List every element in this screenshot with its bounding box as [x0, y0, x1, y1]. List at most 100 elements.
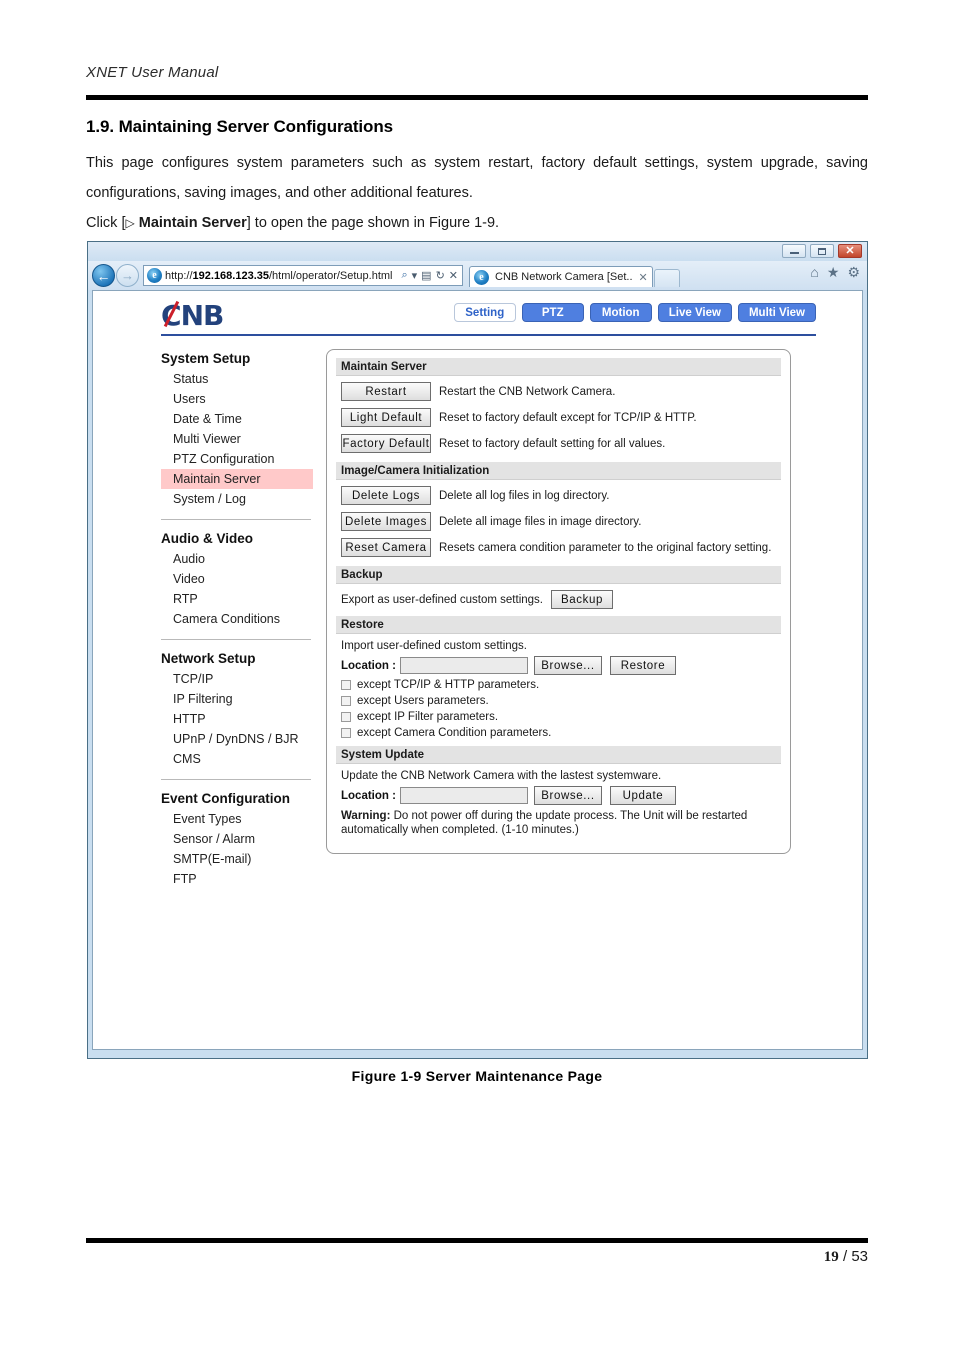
forward-button[interactable]: → [116, 264, 139, 287]
backup-description: Export as user-defined custom settings. [341, 593, 543, 606]
home-icon[interactable]: ⌂ [810, 265, 818, 279]
page-number: 19 / 53 [824, 1248, 868, 1266]
system-update-description: Update the CNB Network Camera with the l… [341, 770, 662, 782]
refresh-icon[interactable]: ↻ [436, 269, 445, 282]
restart-button[interactable]: Restart [341, 382, 431, 401]
page-number-total: 53 [851, 1248, 868, 1265]
section-body-backup: Export as user-defined custom settings. … [336, 584, 781, 616]
restore-location-input[interactable] [399, 657, 528, 674]
tab-live-view[interactable]: Live View [657, 303, 732, 322]
checkbox-row-users[interactable]: except Users parameters. [341, 695, 776, 707]
sidebar-item-rtp[interactable]: RTP [161, 589, 313, 609]
update-warning-text: Do not power off during the update proce… [341, 810, 748, 836]
cnb-logo: CNB [161, 299, 224, 332]
sidebar-item-cms[interactable]: CMS [161, 749, 313, 769]
address-bar[interactable]: e http://192.168.123.35/html/operator/Se… [143, 265, 463, 286]
sidebar-item-video[interactable]: Video [161, 569, 313, 589]
checkbox-except-camera-condition[interactable] [341, 728, 351, 738]
row-delete-logs: Delete Logs Delete all log files in log … [341, 486, 776, 505]
tab-favicon-icon: e [474, 269, 489, 285]
section-body-maintain-server: Restart Restart the CNB Network Camera. … [336, 376, 781, 462]
checkbox-except-ip-filter[interactable] [341, 712, 351, 722]
web-page-content: CNB Setting PTZ Motion Live View Multi V… [92, 290, 863, 1050]
sidebar-item-ftp[interactable]: FTP [161, 869, 313, 889]
reset-camera-description: Resets camera condition parameter to the… [439, 541, 772, 554]
checkbox-row-ip-filter[interactable]: except IP Filter parameters. [341, 711, 776, 723]
checkbox-label-except-camera-condition: except Camera Condition parameters. [357, 727, 552, 739]
row-reset-camera: Reset Camera Resets camera condition par… [341, 538, 776, 557]
gear-icon[interactable]: ⚙ [847, 265, 860, 279]
row-light-default: Light Default Reset to factory default e… [341, 408, 776, 427]
update-button[interactable]: Update [609, 786, 676, 805]
document-running-header: XNET User Manual [86, 64, 868, 81]
sidebar-item-audio[interactable]: Audio [161, 549, 313, 569]
checkbox-row-camera-condition[interactable]: except Camera Condition parameters. [341, 727, 776, 739]
minimize-button[interactable] [782, 244, 806, 258]
sidebar-item-tcp-ip[interactable]: TCP/IP [161, 669, 313, 689]
sidebar-item-http[interactable]: HTTP [161, 709, 313, 729]
sidebar-item-event-types[interactable]: Event Types [161, 809, 313, 829]
restore-description: Import user-defined custom settings. [341, 640, 527, 652]
backup-button[interactable]: Backup [551, 590, 613, 609]
new-tab-button[interactable] [653, 269, 680, 287]
sidebar-item-smtp-email[interactable]: SMTP(E-mail) [161, 849, 313, 869]
logo-letter-n: N [180, 299, 204, 332]
reset-camera-button[interactable]: Reset Camera [341, 538, 431, 557]
back-button[interactable]: ← [92, 264, 115, 287]
sidebar-item-ptz-configuration[interactable]: PTZ Configuration [161, 449, 313, 469]
manual-page: XNET User Manual 1.9. Maintaining Server… [0, 0, 954, 1350]
browser-tab[interactable]: e CNB Network Camera [Set.. ✕ [469, 266, 653, 287]
tab-setting[interactable]: Setting [453, 303, 516, 322]
chevron-down-icon[interactable]: ▾ [412, 269, 418, 282]
tab-motion[interactable]: Motion [589, 303, 652, 322]
delete-logs-button[interactable]: Delete Logs [341, 486, 431, 505]
sidebar-item-camera-conditions[interactable]: Camera Conditions [161, 609, 313, 629]
sidebar-item-users[interactable]: Users [161, 389, 313, 409]
sidebar-item-status[interactable]: Status [161, 369, 313, 389]
close-button[interactable]: ✕ [838, 244, 862, 258]
sidebar-item-date-time[interactable]: Date & Time [161, 409, 313, 429]
tab-title: CNB Network Camera [Set.. [495, 271, 633, 283]
sidebar-item-ip-filtering[interactable]: IP Filtering [161, 689, 313, 709]
sidebar-item-multi-viewer[interactable]: Multi Viewer [161, 429, 313, 449]
sidebar-item-maintain-server[interactable]: Maintain Server [161, 469, 313, 489]
light-default-button[interactable]: Light Default [341, 408, 431, 427]
update-browse-button[interactable]: Browse... [533, 786, 602, 805]
compatibility-view-icon[interactable]: ▤ [421, 269, 431, 282]
maintain-server-panel: Maintain Server Restart Restart the CNB … [326, 349, 791, 854]
sidebar-heading-event-configuration: Event Configuration [161, 791, 290, 806]
header-rule [86, 95, 868, 100]
browser-window: ✕ ← → e http://192.168.123.35/html/opera… [87, 241, 868, 1059]
intro-paragraph: This page configures system parameters s… [86, 155, 868, 201]
tab-multi-view[interactable]: Multi View [737, 303, 816, 322]
row-restart: Restart Restart the CNB Network Camera. [341, 382, 776, 401]
delete-images-button[interactable]: Delete Images [341, 512, 431, 531]
checkbox-label-except-tcpip-http: except TCP/IP & HTTP parameters. [357, 679, 540, 691]
row-factory-default: Factory Default Reset to factory default… [341, 434, 776, 453]
footer-rule [86, 1238, 868, 1243]
maximize-button[interactable] [810, 244, 834, 258]
restore-button[interactable]: Restore [609, 656, 676, 675]
update-location-input[interactable] [399, 787, 528, 804]
sidebar-item-system-log[interactable]: System / Log [161, 489, 313, 509]
favorites-star-icon[interactable]: ★ [827, 265, 840, 279]
figure-caption: Figure 1-9 Server Maintenance Page [351, 1068, 603, 1084]
delete-images-description: Delete all image files in image director… [439, 515, 642, 528]
sidebar-item-upnp-dyndns-bjr[interactable]: UPnP / DynDNS / BJR [161, 729, 313, 749]
sidebar-item-sensor-alarm[interactable]: Sensor / Alarm [161, 829, 313, 849]
factory-default-button[interactable]: Factory Default [341, 434, 431, 453]
checkbox-except-tcpip-http[interactable] [341, 680, 351, 690]
restore-browse-button[interactable]: Browse... [533, 656, 602, 675]
checkbox-except-users[interactable] [341, 696, 351, 706]
section-body-image-camera-init: Delete Logs Delete all log files in log … [336, 480, 781, 566]
tab-close-icon[interactable]: ✕ [639, 271, 648, 284]
internet-explorer-icon: e [147, 268, 162, 283]
search-icon[interactable]: ⌕ [401, 269, 407, 282]
sidebar-divider-1 [161, 519, 311, 520]
browser-navigation-bar: ← → e http://192.168.123.35/html/operato… [88, 261, 867, 290]
settings-sidebar: System Setup Status Users Date & Time Mu… [161, 351, 313, 889]
camera-app-header: CNB Setting PTZ Motion Live View Multi V… [93, 291, 862, 339]
stop-icon[interactable]: ✕ [449, 269, 458, 282]
tab-ptz[interactable]: PTZ [521, 303, 584, 322]
checkbox-row-tcpip-http[interactable]: except TCP/IP & HTTP parameters. [341, 679, 776, 691]
